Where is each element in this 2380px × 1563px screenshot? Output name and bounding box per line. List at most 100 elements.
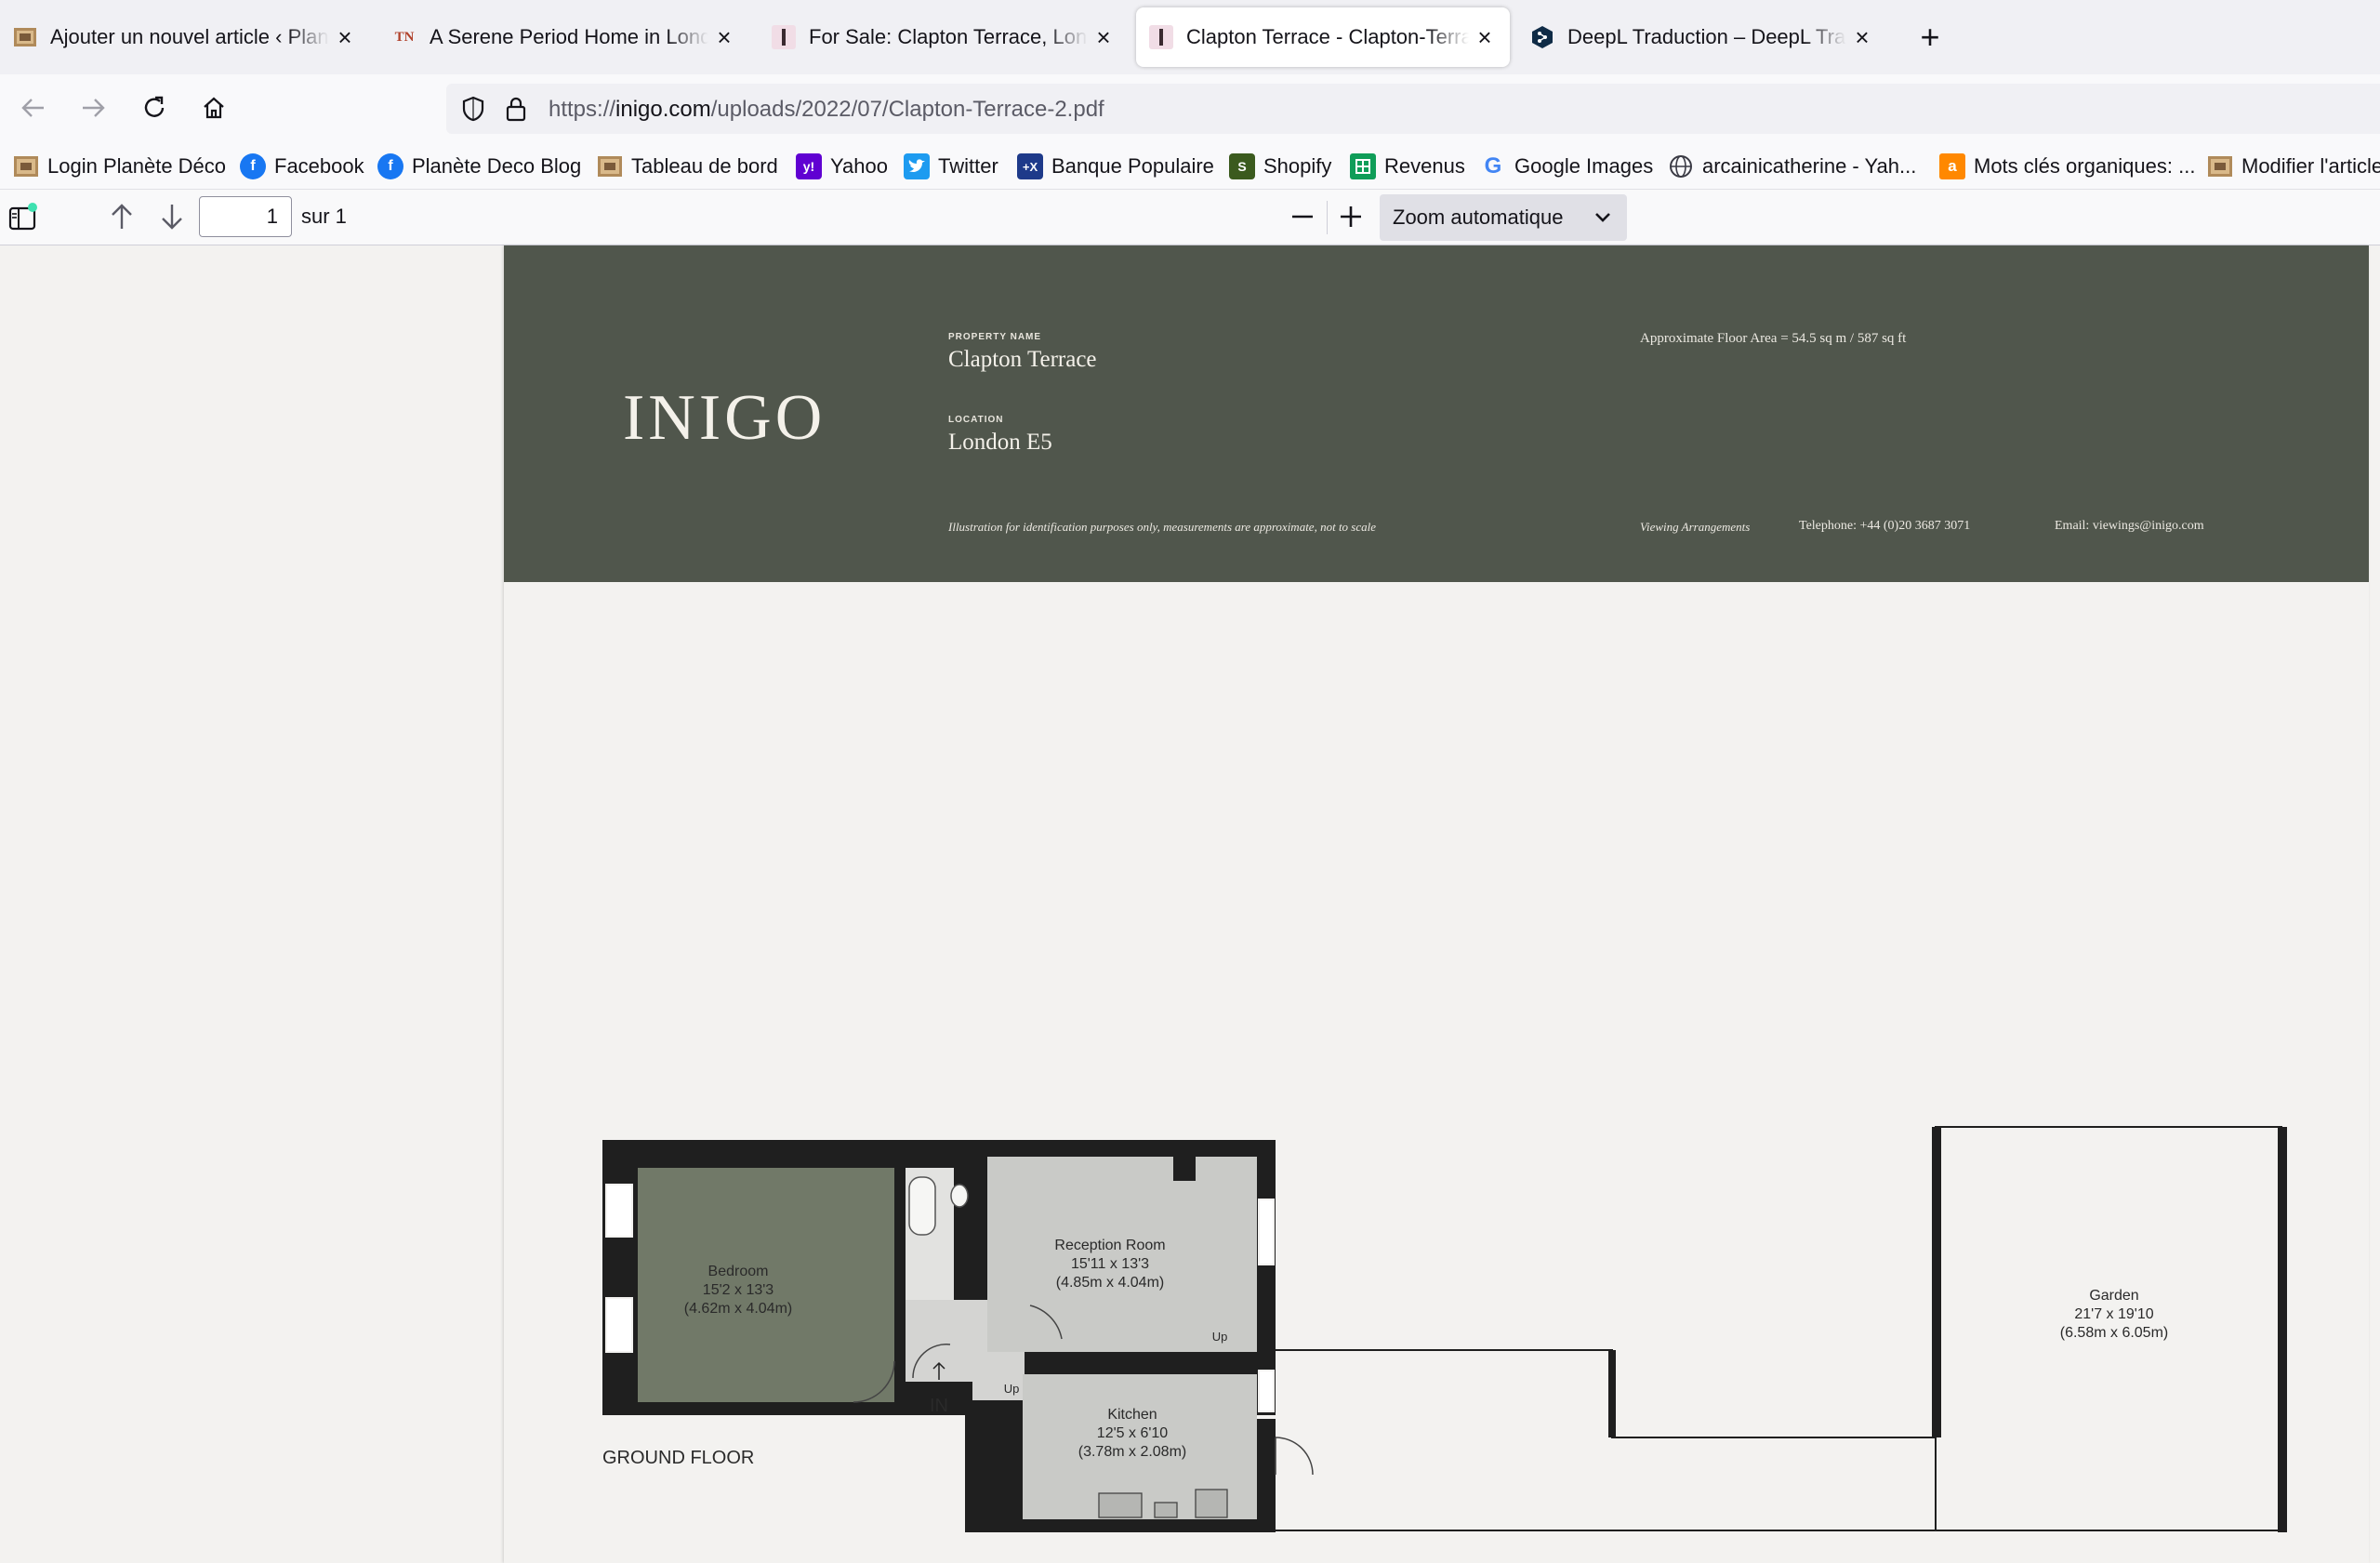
previous-page-button[interactable] [106, 201, 138, 237]
tab-deepl[interactable]: DeepL Traduction – DeepL Translate × [1517, 7, 1887, 67]
bookmark-arcainicatherine[interactable]: arcainicatherine - Yah... [1668, 151, 1916, 182]
room-metric-reception: (4.85m x 4.04m) [1056, 1275, 1164, 1291]
ahrefs-icon: a [1939, 153, 1965, 179]
room-metric-kitchen: (3.78m x 2.08m) [1078, 1444, 1186, 1460]
sheets-icon [1350, 153, 1376, 179]
pdf-viewer[interactable]: INIGO PROPERTY NAME Clapton Terrace LOCA… [0, 245, 2380, 1563]
toilet [950, 1184, 969, 1208]
viewing-arrangements: Viewing Arrangements [1640, 520, 1751, 534]
url-text[interactable]: https://inigo.com/uploads/2022/07/Clapto… [549, 97, 1104, 123]
bookmark-revenus[interactable]: Revenus [1350, 151, 1465, 182]
entrance-label: IN [930, 1396, 948, 1416]
zoom-in-button[interactable] [1335, 201, 1367, 237]
tracking-shield-icon[interactable] [459, 95, 487, 127]
twitter-icon [904, 153, 930, 179]
close-tab-icon[interactable]: × [712, 23, 736, 52]
property-name: Clapton Terrace [948, 347, 1097, 372]
url-host: inigo.com [615, 97, 711, 122]
tab-clapton-pdf[interactable]: Clapton Terrace - Clapton-Terrace-2.pdf … [1136, 7, 1510, 67]
home-button[interactable] [193, 87, 234, 128]
bookmark-yahoo[interactable]: y! Yahoo [796, 151, 888, 182]
toolbar-separator [1327, 201, 1328, 234]
stairs-up-label: Up [1212, 1330, 1228, 1344]
site-thumbnail-icon [13, 153, 39, 179]
bookmark-twitter[interactable]: Twitter [904, 151, 998, 182]
bookmark-shopify[interactable]: S Shopify [1229, 151, 1331, 182]
bookmark-tableau-de-bord[interactable]: Tableau de bord [597, 151, 778, 182]
back-button[interactable] [13, 87, 54, 128]
banque-populaire-icon: +X [1017, 153, 1043, 179]
home-icon [204, 97, 224, 119]
room-name-kitchen: Kitchen [1107, 1407, 1157, 1423]
tn-logo-icon: TN [394, 29, 415, 45]
tab-for-sale-clapton[interactable]: For Sale: Clapton Terrace, London × [759, 7, 1129, 67]
room-metric-garden: (6.58m x 6.05m) [2060, 1325, 2168, 1341]
plus-icon [1341, 206, 1361, 227]
minus-icon [1292, 215, 1313, 219]
inigo-i-icon [1149, 25, 1173, 49]
reload-button[interactable] [134, 87, 175, 128]
floor-label: GROUND FLOOR [602, 1448, 754, 1468]
bookmark-modifier-article[interactable]: Modifier l'article [2207, 151, 2380, 182]
next-page-button[interactable] [156, 201, 188, 237]
site-thumbnail-icon [597, 153, 623, 179]
reload-icon [144, 96, 165, 117]
disclaimer: Illustration for identification purposes… [948, 520, 1377, 534]
stairs-up-label: Up [1004, 1382, 1020, 1396]
location-label: LOCATION [948, 415, 1004, 425]
bookmark-mots-cles-organiques[interactable]: a Mots clés organiques: ... [1939, 151, 2195, 182]
globe-icon [1668, 153, 1694, 179]
room-imperial-reception: 15'11 x 13'3 [1071, 1256, 1149, 1272]
shopify-icon: S [1229, 153, 1255, 179]
close-tab-icon[interactable]: × [1850, 23, 1874, 52]
room-imperial-garden: 21'7 x 19'10 [2074, 1306, 2153, 1322]
close-tab-icon[interactable]: × [333, 23, 357, 52]
location: London E5 [948, 430, 1052, 455]
pdf-page: INIGO PROPERTY NAME Clapton Terrace LOCA… [504, 245, 2369, 1563]
close-tab-icon[interactable]: × [1091, 23, 1116, 52]
close-tab-icon[interactable]: × [1473, 23, 1497, 52]
forward-button[interactable] [73, 87, 113, 128]
arrow-left-icon [21, 99, 44, 117]
tab-ajouter-article[interactable]: Ajouter un nouvel article ‹ Planète Déco… [0, 7, 370, 67]
document-header: INIGO PROPERTY NAME Clapton Terrace LOCA… [504, 245, 2369, 582]
bookmark-google-images[interactable]: G Google Images [1480, 151, 1654, 182]
room-name-garden: Garden [2089, 1288, 2138, 1304]
url-path: /uploads/2022/07/Clapton-Terrace-2.pdf [710, 97, 1104, 122]
new-tab-button[interactable]: + [1910, 17, 1950, 58]
sidebar-toggle-icon[interactable] [7, 203, 39, 239]
property-name-label: PROPERTY NAME [948, 332, 1042, 342]
site-thumbnail-icon [13, 25, 37, 49]
bookmark-facebook[interactable]: f Facebook [240, 151, 364, 182]
room-name-reception: Reception Room [1054, 1238, 1165, 1253]
zoom-out-button[interactable] [1287, 201, 1318, 237]
page-number-input[interactable]: 1 [199, 196, 292, 237]
zoom-select[interactable]: Zoom automatique [1380, 194, 1627, 241]
page-total-label: sur 1 [301, 205, 347, 228]
bathtub [908, 1176, 936, 1236]
facebook-icon: f [377, 153, 403, 179]
room-imperial-kitchen: 12'5 x 6'10 [1097, 1425, 1168, 1441]
inigo-logo: INIGO [623, 382, 826, 454]
room-imperial-bedroom: 15'2 x 13'3 [703, 1282, 774, 1298]
tab-strip: Ajouter un nouvel article ‹ Planète Déco… [0, 0, 2380, 74]
room-name-bedroom: Bedroom [708, 1264, 769, 1279]
zoom-select-value: Zoom automatique [1393, 205, 1564, 229]
arrow-up-icon [112, 204, 132, 229]
site-thumbnail-icon [2207, 153, 2233, 179]
email: Email: viewings@inigo.com [2055, 519, 2204, 533]
reception-room-floor [987, 1157, 1257, 1352]
bookmark-banque-populaire[interactable]: +X Banque Populaire [1017, 151, 1214, 182]
floor-area: Approximate Floor Area = 54.5 sq m / 587… [1640, 331, 1907, 346]
inigo-i-icon [772, 25, 796, 49]
deepl-icon [1530, 25, 1554, 49]
telephone: Telephone: +44 (0)20 3687 3071 [1799, 519, 1971, 533]
lock-icon[interactable] [502, 95, 530, 127]
google-icon: G [1484, 153, 1502, 179]
bookmarks-toolbar: Login Planète Déco f Facebook f Planète … [0, 143, 2380, 190]
bookmark-planete-deco-blog[interactable]: f Planète Deco Blog [377, 151, 581, 182]
facebook-icon: f [240, 153, 266, 179]
url-bar[interactable]: https://inigo.com/uploads/2022/07/Clapto… [446, 84, 2380, 134]
bookmark-login-planete-deco[interactable]: Login Planète Déco [13, 151, 226, 182]
tab-serene-period-home[interactable]: TN A Serene Period Home in London × [379, 7, 749, 67]
